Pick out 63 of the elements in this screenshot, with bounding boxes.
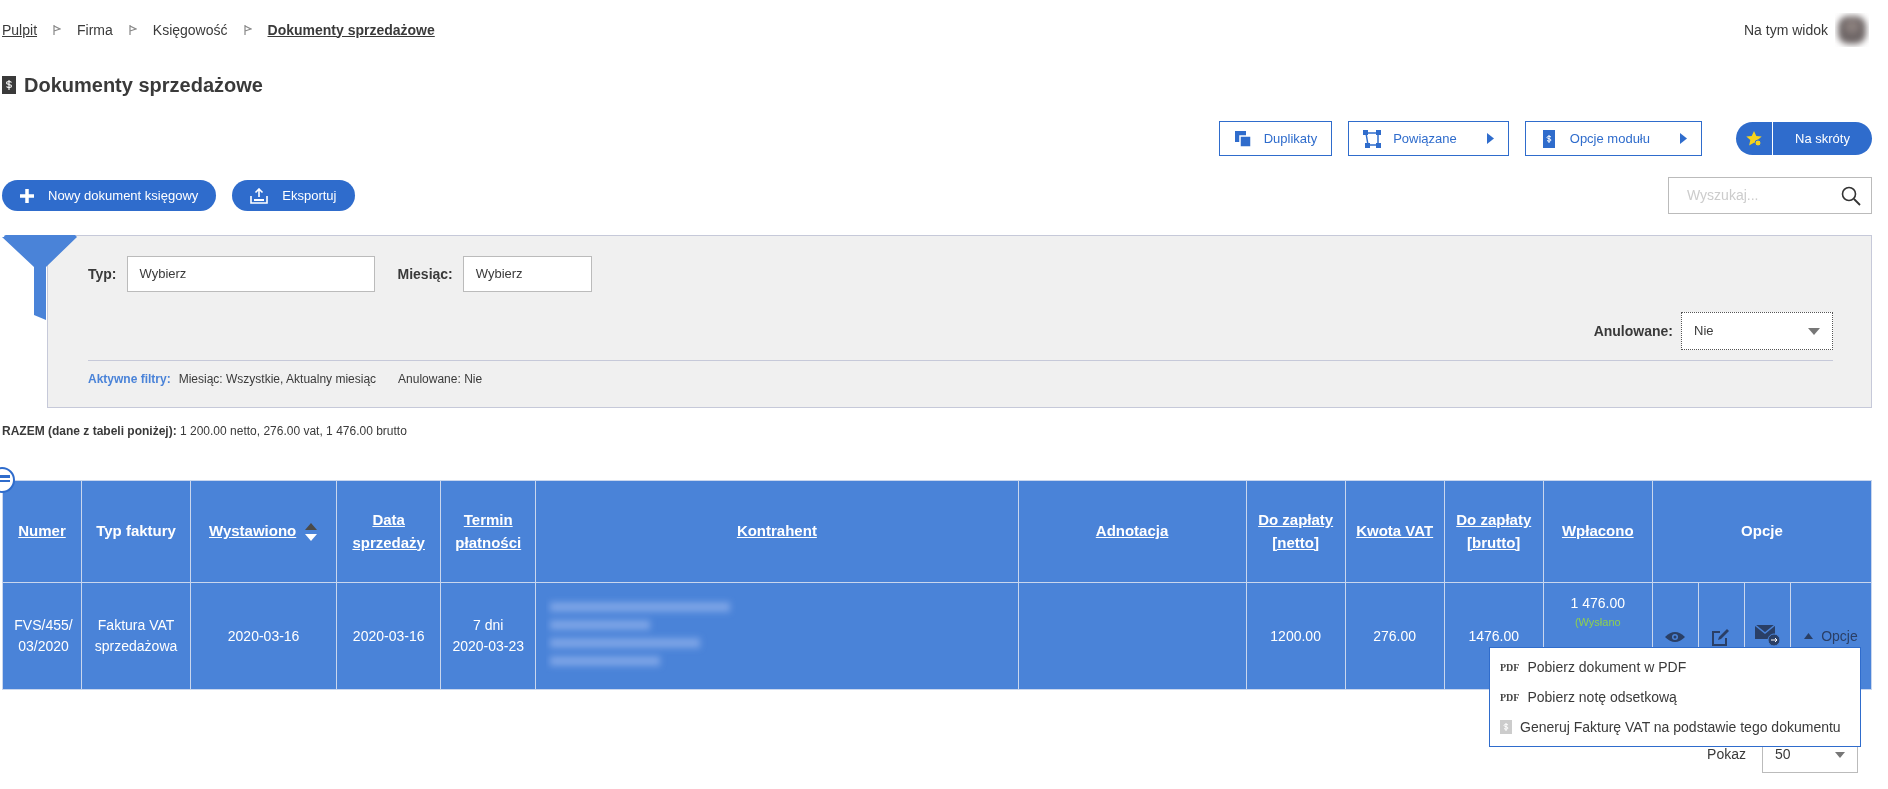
new-document-button[interactable]: Nowy dokument księgowy xyxy=(2,180,217,211)
breadcrumb-link[interactable]: Dokumenty sprzedażowe xyxy=(267,19,435,41)
table-cell: 276.00 xyxy=(1373,627,1417,644)
select-field[interactable]: Wybierz xyxy=(462,256,592,292)
copy-icon xyxy=(1233,129,1252,148)
table-cell: 2020-03-16 xyxy=(227,627,300,644)
filter-label: Miesiąc: xyxy=(397,264,453,284)
caret-down-icon xyxy=(1835,751,1845,758)
edit-icon xyxy=(1712,627,1731,646)
dropdown-button[interactable]: Opcje modułu xyxy=(1524,121,1702,156)
search-icon xyxy=(1841,185,1861,206)
table-cell-text: 2020-03-23 xyxy=(451,637,526,656)
column-header: Opcje xyxy=(1741,521,1783,542)
filter-label: Anulowane: xyxy=(1593,321,1673,341)
plus-icon xyxy=(20,188,34,203)
table-cell: 1200.00 xyxy=(1270,627,1321,644)
select-field[interactable]: Wybierz xyxy=(126,256,375,292)
table-cell: 2020-03-16 xyxy=(352,627,425,644)
breadcrumb-link[interactable]: Księgowość xyxy=(152,19,228,41)
duplicates-button[interactable]: Duplikaty xyxy=(1218,121,1333,156)
caret-right-icon xyxy=(1680,133,1687,144)
menu-item[interactable]: PDF Pobierz dokument w PDF xyxy=(1490,652,1860,682)
active-filters-label: Aktywne filtry: xyxy=(88,371,171,388)
column-sort-link[interactable]: Kontrahent xyxy=(736,520,817,543)
active-filter: Anulowane: Nie xyxy=(398,371,483,388)
export-icon xyxy=(250,187,269,204)
page-size-label: Pokaz xyxy=(1707,745,1746,764)
column-header: Typ faktury xyxy=(96,521,176,542)
options-button[interactable]: Opcje xyxy=(1803,624,1859,648)
status-note: (Wysłano xyxy=(1573,615,1622,630)
shortcuts-button[interactable]: Na skróty xyxy=(1736,122,1872,155)
column-sort-link[interactable]: Adnotacja xyxy=(1095,520,1169,543)
pdf-tag: PDF xyxy=(1500,689,1520,705)
caret-right-icon xyxy=(1486,133,1494,144)
breadcrumb-link[interactable]: Pulpit xyxy=(2,19,38,41)
column-sort-link[interactable]: Numer xyxy=(18,520,66,543)
user-label: Na tym widok xyxy=(1743,20,1828,40)
star-icon xyxy=(1745,129,1763,148)
table-cell-text: 7 dni xyxy=(472,616,505,635)
funnel-icon xyxy=(2,235,77,321)
table-cell: Faktura VAT sprzedażowa xyxy=(94,617,178,654)
export-button[interactable]: Eksportuj xyxy=(232,180,355,211)
caret-up-icon xyxy=(1804,633,1814,639)
dropdown-button[interactable]: Powiązane xyxy=(1348,121,1509,156)
dollar-icon xyxy=(2,76,16,94)
active-filter: Miesiąc: Wszystkie, Aktualny miesiąc xyxy=(178,371,377,388)
menu-item[interactable]: PDF Pobierz notę odsetkową xyxy=(1490,682,1860,712)
totals-text: RAZEM (dane z tabeli poniżej): 1 200.00 netto, 276.00 vat, 1 476.00 brutto xyxy=(2,423,408,440)
table-cell-text: FVS/455/03/2020 xyxy=(13,616,74,656)
nodes-icon xyxy=(1363,129,1382,148)
caret-down-icon xyxy=(1808,327,1820,335)
document-icon xyxy=(1500,720,1512,734)
filter-label: Typ: xyxy=(88,264,117,284)
table-cell-text: 1 476.00 xyxy=(1569,594,1626,613)
column-sort-link[interactable]: Wpłacono xyxy=(1561,520,1634,543)
page-title: Dokumenty sprzedażowe xyxy=(24,73,263,97)
breadcrumb-link[interactable]: Firma xyxy=(77,19,113,41)
eye-icon xyxy=(1665,630,1686,643)
pdf-tag: PDF xyxy=(1500,659,1520,675)
select-field[interactable]: Nie xyxy=(1681,312,1833,350)
column-sort-link[interactable]: Kwota VAT xyxy=(1356,520,1434,543)
table-cell: 1476.00 xyxy=(1468,627,1520,644)
column-sort-link[interactable]: Wystawiono xyxy=(209,520,297,543)
